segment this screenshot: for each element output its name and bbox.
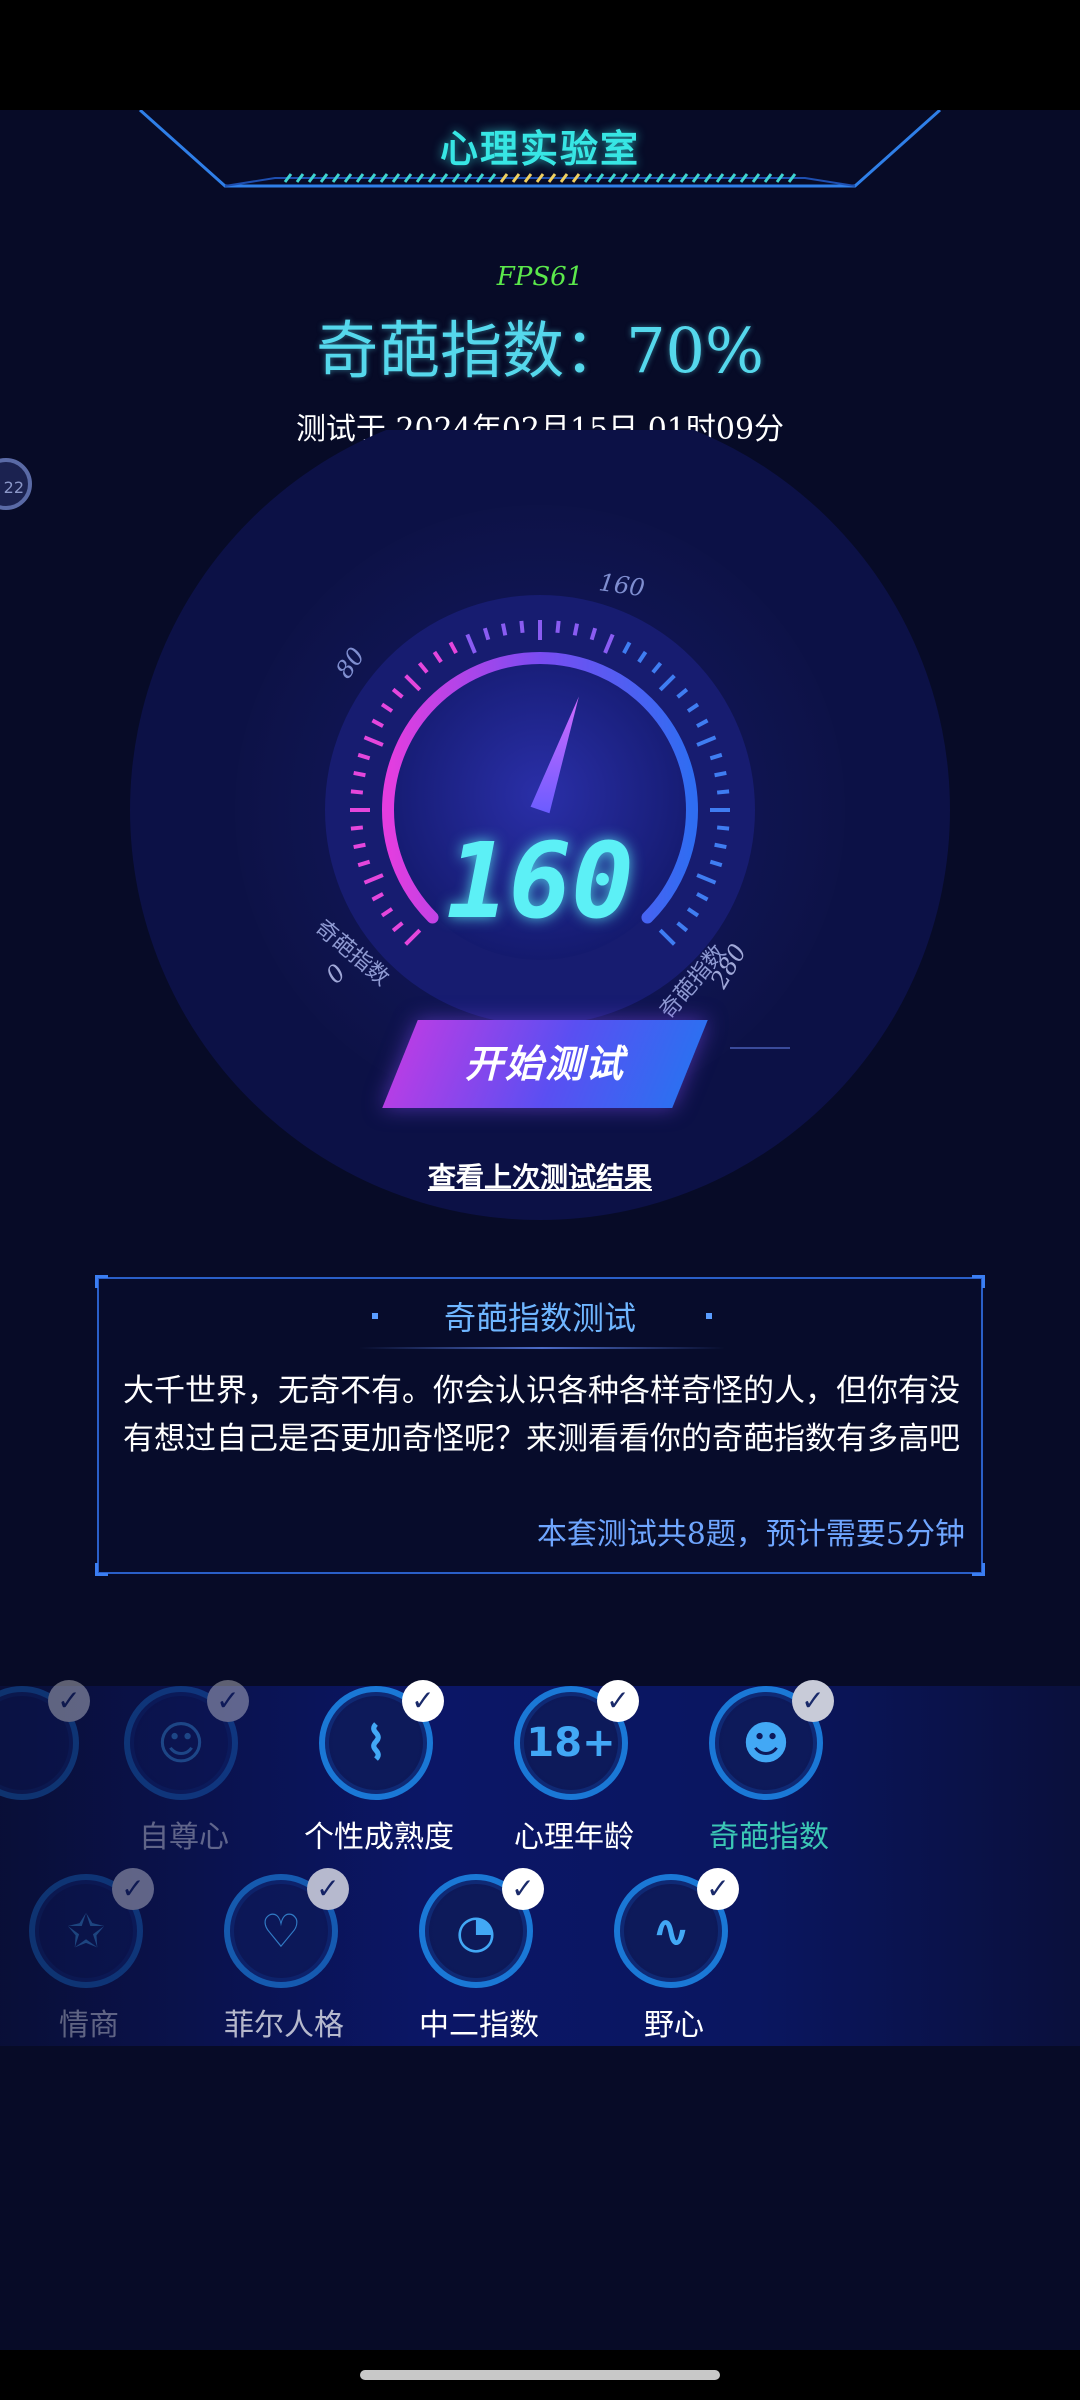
gauge-tick bbox=[714, 770, 727, 778]
info-duration-note: 本套测试共8题，预计需要5分钟 bbox=[536, 1517, 965, 1552]
test-item-ambition[interactable]: ∿ ✓ 野心 bbox=[579, 1868, 769, 2054]
test-item-chuuni-index[interactable]: ◔ ✓ 中二指数 bbox=[384, 1868, 574, 2054]
gauge-tick bbox=[500, 623, 508, 636]
test-label: 菲尔人格 bbox=[224, 2008, 344, 2043]
test-item-weird-index[interactable]: ☻ ✓ 奇葩指数 bbox=[674, 1680, 864, 1866]
test-item-self-esteem[interactable]: ☺ ✓ 自尊心 bbox=[89, 1680, 279, 1866]
start-test-label[interactable]: 开始测试 bbox=[400, 1020, 690, 1108]
test-label: 中二指数 bbox=[419, 2008, 539, 2043]
check-icon: ✓ bbox=[792, 1680, 834, 1722]
gauge-tick bbox=[714, 842, 727, 850]
test-item-maturity[interactable]: ⌇ ✓ 个性成熟度 bbox=[284, 1680, 474, 1866]
header: 心理实验室 bbox=[0, 110, 1080, 200]
gauge-tick bbox=[716, 789, 730, 795]
gauge-tick bbox=[572, 623, 580, 636]
test-label: 野心 bbox=[644, 2008, 704, 2043]
corner-decoration bbox=[972, 1275, 985, 1288]
check-icon: ✓ bbox=[502, 1868, 544, 1910]
test-label: 奇葩指数 bbox=[709, 1820, 829, 1855]
info-title-underline bbox=[359, 1347, 725, 1349]
gauge-tick bbox=[353, 842, 366, 850]
gauge-tick bbox=[350, 825, 364, 831]
test-label: 个性成熟度 bbox=[304, 1820, 454, 1855]
check-icon: ✓ bbox=[112, 1868, 154, 1910]
gauge-tick bbox=[353, 770, 366, 778]
gauge-tick bbox=[350, 789, 364, 795]
score-text: 奇葩指数：70% bbox=[316, 314, 764, 387]
check-icon: ✓ bbox=[207, 1680, 249, 1722]
corner-decoration bbox=[95, 1563, 108, 1576]
check-icon: ✓ bbox=[48, 1680, 90, 1722]
info-title: 奇葩指数测试 bbox=[443, 1299, 636, 1337]
corner-decoration bbox=[972, 1563, 985, 1576]
gauge-value: 160 bbox=[446, 820, 634, 942]
test-label: 情商 bbox=[59, 2008, 119, 2043]
info-description: 大千世界，无奇不有。你会认识各种各样奇怪的人，但你有没有想过自己是否更加奇怪呢？… bbox=[123, 1373, 960, 1457]
test-item-mental-age[interactable]: 18+ ✓ 心理年龄 bbox=[479, 1680, 669, 1866]
view-last-result-link[interactable]: 查看上次测试结果 bbox=[0, 1156, 1080, 1196]
gauge-tick bbox=[555, 620, 561, 634]
test-info-card: 奇葩指数测试 大千世界，无奇不有。你会认识各种各样奇怪的人，但你有没有想过自己是… bbox=[95, 1275, 985, 1576]
status-bar bbox=[0, 0, 1080, 110]
home-indicator[interactable] bbox=[360, 2370, 720, 2380]
gauge-tick bbox=[519, 620, 525, 634]
check-icon: ✓ bbox=[597, 1680, 639, 1722]
page-title: 心理实验室 bbox=[439, 127, 640, 171]
fps-counter: FPS61 bbox=[496, 262, 584, 292]
gauge-tick bbox=[716, 825, 730, 831]
test-item-phil-personality[interactable]: ♡ ✓ 菲尔人格 bbox=[189, 1868, 379, 2054]
corner-decoration bbox=[95, 1275, 108, 1288]
test-carousel[interactable]: ✓ 力 ☺ ✓ 自尊心 ⌇ ✓ 个性成熟度 18+ ✓ 心理年龄 ☻ ✓ 奇葩指… bbox=[0, 1680, 1080, 2046]
check-icon: ✓ bbox=[402, 1680, 444, 1722]
test-label: 心理年龄 bbox=[514, 1820, 634, 1855]
test-label: 自尊心 bbox=[139, 1820, 229, 1855]
check-icon: ✓ bbox=[697, 1868, 739, 1910]
check-icon: ✓ bbox=[307, 1868, 349, 1910]
test-item-eq[interactable]: ✩ ✓ 情商 bbox=[0, 1868, 184, 2054]
